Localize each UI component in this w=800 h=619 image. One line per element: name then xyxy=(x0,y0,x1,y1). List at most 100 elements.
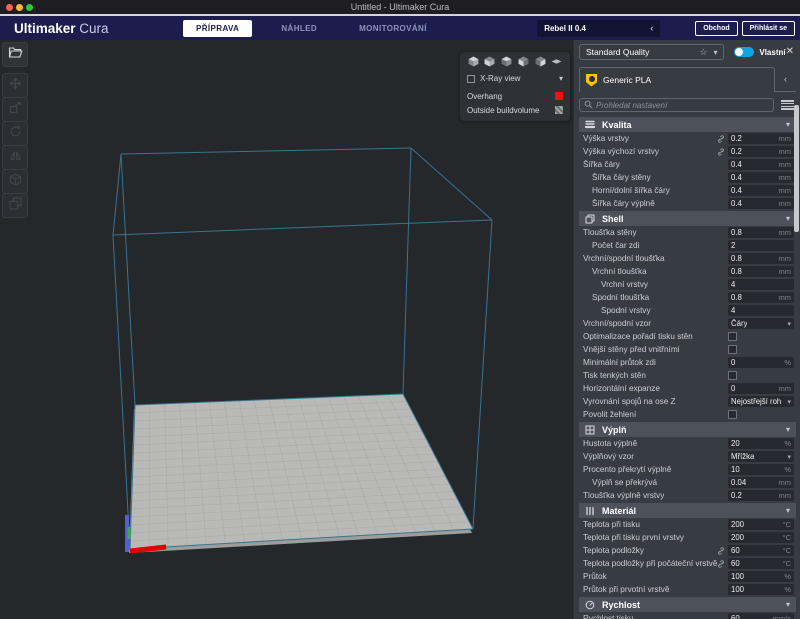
support-blocker-button[interactable] xyxy=(2,193,28,218)
setting-value-field[interactable]: 100 % xyxy=(728,571,794,582)
setting-checkbox[interactable] xyxy=(728,410,737,419)
marketplace-button[interactable]: Obchod xyxy=(695,21,737,36)
minimize-window-button[interactable] xyxy=(16,4,23,11)
setting-value-field[interactable]: 200 °C xyxy=(728,519,794,530)
profile-dropdown[interactable]: Standard Quality ☆ ▾ xyxy=(579,44,724,60)
close-panel-icon[interactable]: ✕ xyxy=(786,47,794,57)
setting-value-field[interactable]: 4 xyxy=(728,279,794,290)
setting-value-field[interactable]: 0.8 mm xyxy=(728,227,794,238)
close-window-button[interactable] xyxy=(6,4,13,11)
setting-row-teplota-podlo-ky-p-i-po-te-n-vrstv: Teplota podložky při počáteční vrstvě 60… xyxy=(579,557,796,570)
setting-value-field[interactable]: 0.8 mm xyxy=(728,253,794,264)
setting-value-field[interactable]: 0.04 mm xyxy=(728,477,794,488)
view-front-button[interactable] xyxy=(484,57,496,69)
custom-mode-toggle[interactable] xyxy=(734,47,754,57)
view-mode-label: X-Ray view xyxy=(480,74,520,83)
setting-dropdown[interactable]: Čáry ▾ xyxy=(728,318,794,329)
3d-viewport[interactable]: X-Ray view ▾ Overhang Outside buildvolum… xyxy=(0,40,573,619)
search-input[interactable] xyxy=(596,101,769,110)
scale-tool-icon xyxy=(9,101,22,119)
setting-checkbox[interactable] xyxy=(728,332,737,341)
collapse-panel-icon[interactable]: ‹ xyxy=(784,74,787,84)
setting-row-spodn-tlou-ka: Spodní tloušťka 0.8 mm xyxy=(579,291,796,304)
extruder-tabs-row: Generic PLA ‹ xyxy=(579,67,796,92)
setting-value-field[interactable]: 0.4 mm xyxy=(728,159,794,170)
mirror-tool-button[interactable] xyxy=(2,145,28,170)
material-tab[interactable]: Generic PLA xyxy=(579,67,775,92)
setting-label: Tloušťka stěny xyxy=(579,228,637,237)
setting-label: Výplň se překrývá xyxy=(579,478,657,487)
setting-value-field[interactable]: 0.8 mm xyxy=(728,292,794,303)
section-header-kvalita[interactable]: Kvalita ▾ xyxy=(579,117,796,132)
section-header-v-pl[interactable]: Výplň ▾ xyxy=(579,422,796,437)
setting-value-field[interactable]: 2 xyxy=(728,240,794,251)
setting-row-hustota-v-pln: Hustota výplně 20 % xyxy=(579,437,796,450)
speed-icon xyxy=(585,600,595,610)
setting-label: Optimalizace pořadí tisku stěn xyxy=(579,332,693,341)
per-model-settings-button[interactable] xyxy=(2,169,28,194)
setting-value-field[interactable]: 0.2 mm xyxy=(728,133,794,144)
printer-selector[interactable]: Rebel II 0.4 ‹ xyxy=(537,20,660,37)
setting-value-field[interactable]: 60 °C xyxy=(728,545,794,556)
setting-label: Výška výchozí vrstvy xyxy=(579,147,659,156)
open-file-icon xyxy=(8,46,23,64)
setting-label: Tisk tenkých stěn xyxy=(579,371,646,380)
section-header-shell[interactable]: Shell ▾ xyxy=(579,211,796,226)
scrollbar-thumb[interactable] xyxy=(794,105,799,232)
chevron-down-icon: ▾ xyxy=(559,74,563,83)
view-bottom-button[interactable] xyxy=(551,57,563,69)
setting-checkbox[interactable] xyxy=(728,371,737,380)
settings-filter-menu-icon[interactable] xyxy=(781,100,794,110)
tab-monitorování[interactable]: MONITOROVÁNÍ xyxy=(346,20,440,37)
chevron-down-icon: ▾ xyxy=(787,398,791,406)
setting-value-field[interactable]: 0.8 mm xyxy=(728,266,794,277)
view-3d-button[interactable] xyxy=(467,57,479,69)
setting-row-tlou-ka-st-ny: Tloušťka stěny 0.8 mm xyxy=(579,226,796,239)
setting-value-field[interactable]: 0.4 mm xyxy=(728,172,794,183)
rotate-tool-button[interactable] xyxy=(2,121,28,146)
section-header-rychlost[interactable]: Rychlost ▾ xyxy=(579,597,796,612)
setting-label: Šířka čáry stěny xyxy=(579,173,651,182)
setting-value-field[interactable]: 0.4 mm xyxy=(728,198,794,209)
profile-row: Standard Quality ☆ ▾ Vlastní ✕ xyxy=(579,44,796,60)
build-volume-edge xyxy=(473,220,492,529)
tab-náhled[interactable]: NÁHLED xyxy=(268,20,330,37)
setting-value-field[interactable]: 0 mm xyxy=(728,383,794,394)
search-box[interactable] xyxy=(579,98,774,112)
main-area: X-Ray view ▾ Overhang Outside buildvolum… xyxy=(0,40,800,619)
setting-value-field[interactable]: 0 % xyxy=(728,357,794,368)
setting-label: Vrchní/spodní tloušťka xyxy=(579,254,665,263)
link-icon xyxy=(717,148,725,156)
setting-value-field[interactable]: 200 °C xyxy=(728,532,794,543)
setting-dropdown[interactable]: Mřížka ▾ xyxy=(728,451,794,462)
view-options-panel: X-Ray view ▾ Overhang Outside buildvolum… xyxy=(460,52,570,121)
chevron-down-icon: ▾ xyxy=(786,425,790,434)
setting-dropdown[interactable]: Nejostřejší roh ▾ xyxy=(728,396,794,407)
sign-in-button[interactable]: Přihlásit se xyxy=(742,21,795,36)
setting-value-field[interactable]: 20 % xyxy=(728,438,794,449)
open-file-button[interactable] xyxy=(2,42,28,67)
setting-value-field[interactable]: 0.2 mm xyxy=(728,146,794,157)
view-left-button[interactable] xyxy=(517,57,529,69)
scale-tool-button[interactable] xyxy=(2,97,28,122)
setting-value-field[interactable]: 0.4 mm xyxy=(728,185,794,196)
setting-value-field[interactable]: 60 °C xyxy=(728,558,794,569)
build-volume-edge xyxy=(113,220,492,235)
setting-value-field[interactable]: 10 % xyxy=(728,464,794,475)
move-tool-button[interactable] xyxy=(2,73,28,98)
view-mode-dropdown[interactable]: X-Ray view ▾ xyxy=(467,74,563,83)
setting-value-field[interactable]: 60 mm/s xyxy=(728,613,794,619)
build-volume-scene[interactable] xyxy=(0,40,573,619)
view-right-button[interactable] xyxy=(534,57,546,69)
setting-label: Horizontální expanze xyxy=(579,384,660,393)
tab-příprava[interactable]: PŘÍPRAVA xyxy=(183,20,252,37)
setting-value-field[interactable]: 100 % xyxy=(728,584,794,595)
section-title: Výplň xyxy=(602,425,627,435)
maximize-window-button[interactable] xyxy=(26,4,33,11)
setting-value-field[interactable]: 4 xyxy=(728,305,794,316)
section-header-materi-l[interactable]: Materiál ▾ xyxy=(579,503,796,518)
setting-value-field[interactable]: 0.2 mm xyxy=(728,490,794,501)
view-top-button[interactable] xyxy=(501,57,513,69)
setting-checkbox[interactable] xyxy=(728,345,737,354)
setting-row-vn-j-st-ny-p-ed-vnit-n-mi: Vnější stěny před vnitřními xyxy=(579,343,796,356)
